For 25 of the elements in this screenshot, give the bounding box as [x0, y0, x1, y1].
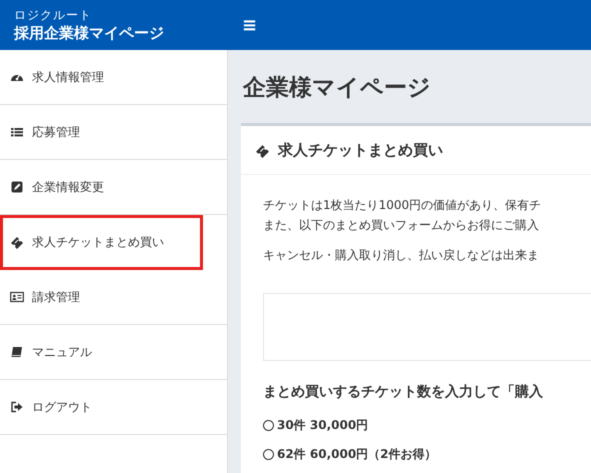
sidebar-item[interactable]: ログアウト — [0, 380, 227, 435]
list-icon — [10, 125, 24, 139]
ticket-icon — [255, 142, 270, 158]
paragraph: キャンセル・購入取り消し、払い戻しなどは出来ま — [263, 247, 540, 264]
instruction-text: まとめ買いするチケット数を入力して「購入 — [263, 383, 544, 401]
brand-title: 採用企業様マイページ — [14, 24, 165, 43]
logout-icon — [10, 400, 24, 414]
ticket-icon — [10, 235, 24, 249]
book-icon — [10, 345, 24, 359]
option-label[interactable]: 30件 30,000円 — [277, 417, 368, 434]
radio-button[interactable] — [263, 420, 274, 431]
sidebar-item[interactable]: 請求管理 — [0, 270, 227, 325]
option-label[interactable]: 62件 60,000円（2件お得） — [277, 446, 437, 463]
brand-subtitle: ロジクルート — [14, 7, 93, 24]
sidebar-item[interactable]: 求人チケットまとめ買い — [0, 215, 203, 270]
page-title: 企業様マイページ — [243, 74, 432, 103]
edit-icon — [10, 180, 24, 194]
radio-button[interactable] — [263, 449, 274, 460]
paragraph: チケットは1枚当たり1000円の価値があり、保有チ また、以下のまとめ買いフォームからお得にご購入 — [263, 197, 542, 234]
sidebar-item[interactable]: 企業情報変更 — [0, 160, 227, 215]
sidebar-item[interactable]: マニュアル — [0, 325, 227, 380]
card-icon — [10, 290, 24, 304]
card-title: 求人チケットまとめ買い — [278, 140, 443, 160]
sidebar-item[interactable]: 求人情報管理 — [0, 50, 227, 105]
sidebar-item[interactable]: 応募管理 — [0, 105, 227, 160]
